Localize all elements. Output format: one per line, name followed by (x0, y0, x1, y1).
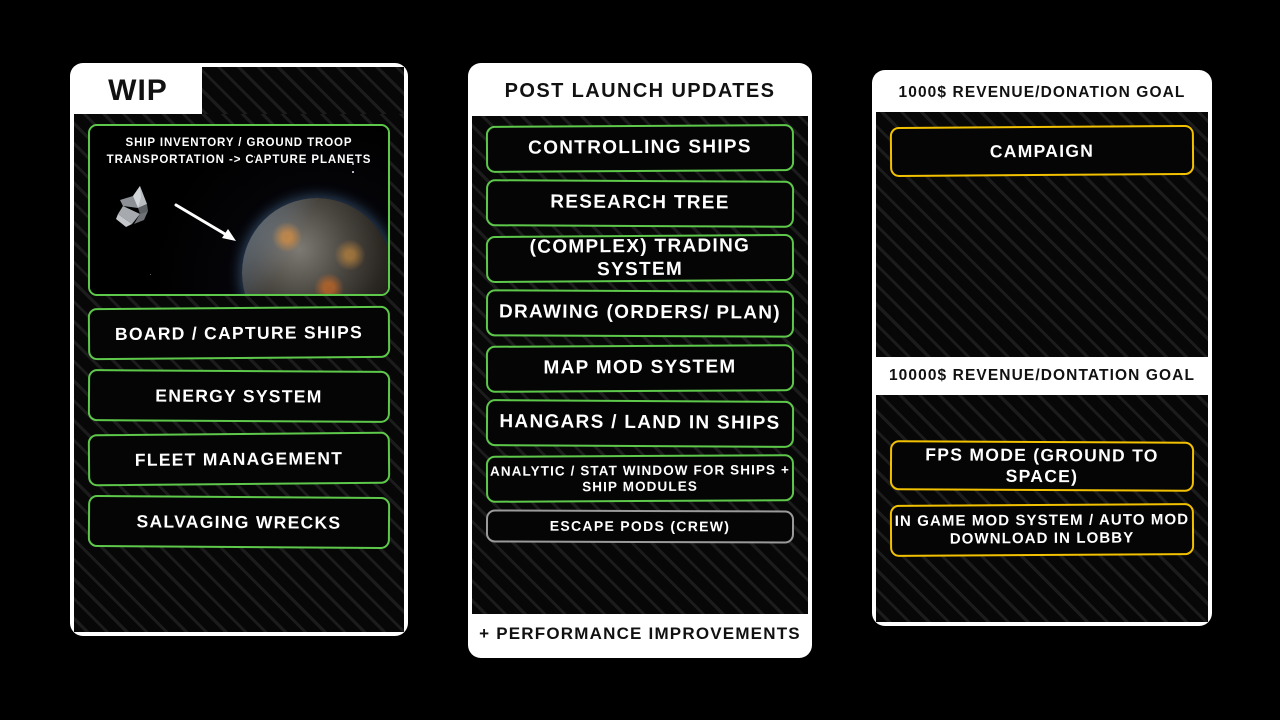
goal-tier1-section: CAMPAIGN (876, 112, 1208, 357)
item-label: FPS MODE (GROUND TO SPACE) (925, 444, 1159, 487)
goal-item-in-game-mod-system[interactable]: IN GAME MOD SYSTEM / AUTO MOD DOWNLOAD I… (889, 503, 1195, 557)
item-label: ENERGY SYSTEM (155, 385, 323, 407)
spaceship-icon (116, 186, 148, 227)
post-launch-item-map-mod-system[interactable]: MAP MOD SYSTEM (485, 344, 795, 393)
feature-image-caption: SHIP INVENTORY / GROUND TROOP TRANSPORTA… (106, 137, 372, 166)
post-launch-item-hangars-land-in-ships[interactable]: HANGARS / LAND IN SHIPS (485, 399, 795, 448)
wip-item-salvaging-wrecks[interactable]: SALVAGING WRECKS (87, 494, 391, 550)
post-launch-item-analytic-stat-window[interactable]: ANALYTIC / STAT WINDOW FOR SHIPS + SHIP … (485, 454, 795, 503)
item-label: DRAWING (ORDERS/ PLAN) (498, 301, 782, 324)
card-wip: WIP SHIP INVENTORY / GROUND TROOP TRANSP… (70, 63, 408, 636)
post-launch-item-escape-pods[interactable]: ESCAPE PODS (CREW) (485, 509, 795, 544)
item-label: FLEET MANAGEMENT (134, 447, 344, 470)
item-label: CAMPAIGN (989, 140, 1095, 162)
item-label: ESCAPE PODS (CREW) (549, 517, 731, 535)
post-launch-item-drawing-orders-plan[interactable]: DRAWING (ORDERS/ PLAN) (485, 289, 795, 338)
item-label: SALVAGING WRECKS (136, 510, 342, 533)
wip-tab-row: WIP (74, 67, 404, 114)
item-label: HANGARS / LAND IN SHIPS (499, 411, 781, 435)
post-launch-item-research-tree[interactable]: RESEARCH TREE (485, 179, 795, 228)
wip-tab: WIP (74, 67, 202, 114)
post-launch-footer: + PERFORMANCE IMPROVEMENTS (472, 614, 808, 654)
post-launch-item-trading-system[interactable]: (COMPLEX) TRADING SYSTEM (485, 233, 795, 284)
goal-item-campaign[interactable]: CAMPAIGN (889, 124, 1195, 178)
wip-item-energy-system[interactable]: ENERGY SYSTEM (87, 369, 391, 423)
item-label: BOARD / CAPTURE SHIPS (114, 321, 364, 344)
goal-tier2-section: FPS MODE (GROUND TO SPACE) IN GAME MOD S… (876, 395, 1208, 622)
item-label: RESEARCH TREE (550, 191, 730, 214)
item-label: CONTROLLING SHIPS (528, 136, 752, 159)
card-post-launch-updates: POST LAUNCH UPDATES CONTROLLING SHIPS RE… (468, 63, 812, 658)
wip-tab-label: WIP (108, 73, 168, 107)
item-label: MAP MOD SYSTEM (543, 356, 737, 379)
post-launch-item-controlling-ships[interactable]: CONTROLLING SHIPS (485, 124, 795, 173)
post-launch-header: POST LAUNCH UPDATES (472, 67, 808, 116)
item-label: IN GAME MOD SYSTEM / AUTO MOD DOWNLOAD I… (894, 511, 1190, 548)
goal-tier1-header: 1000$ REVENUE/DONATION GOAL (876, 74, 1208, 112)
roadmap-board: WIP SHIP INVENTORY / GROUND TROOP TRANSP… (0, 0, 1280, 720)
item-label: ANALYTIC / STAT WINDOW FOR SHIPS + SHIP … (489, 461, 791, 494)
goal-item-fps-mode[interactable]: FPS MODE (GROUND TO SPACE) (889, 440, 1195, 492)
card-revenue-goals: 1000$ REVENUE/DONATION GOAL CAMPAIGN 100… (872, 70, 1212, 626)
card-wip-body: SHIP INVENTORY / GROUND TROOP TRANSPORTA… (74, 114, 404, 632)
goal-tier2-header: 10000$ REVENUE/DONTATION GOAL (876, 357, 1208, 395)
card-post-launch-body: CONTROLLING SHIPS RESEARCH TREE (COMPLEX… (472, 116, 808, 614)
wip-item-board-capture-ships[interactable]: BOARD / CAPTURE SHIPS (87, 305, 391, 361)
item-label: (COMPLEX) TRADING SYSTEM (529, 235, 751, 280)
arrow-icon (174, 203, 236, 241)
wip-item-fleet-management[interactable]: FLEET MANAGEMENT (87, 431, 391, 487)
feature-image-tile[interactable]: SHIP INVENTORY / GROUND TROOP TRANSPORTA… (88, 124, 390, 296)
